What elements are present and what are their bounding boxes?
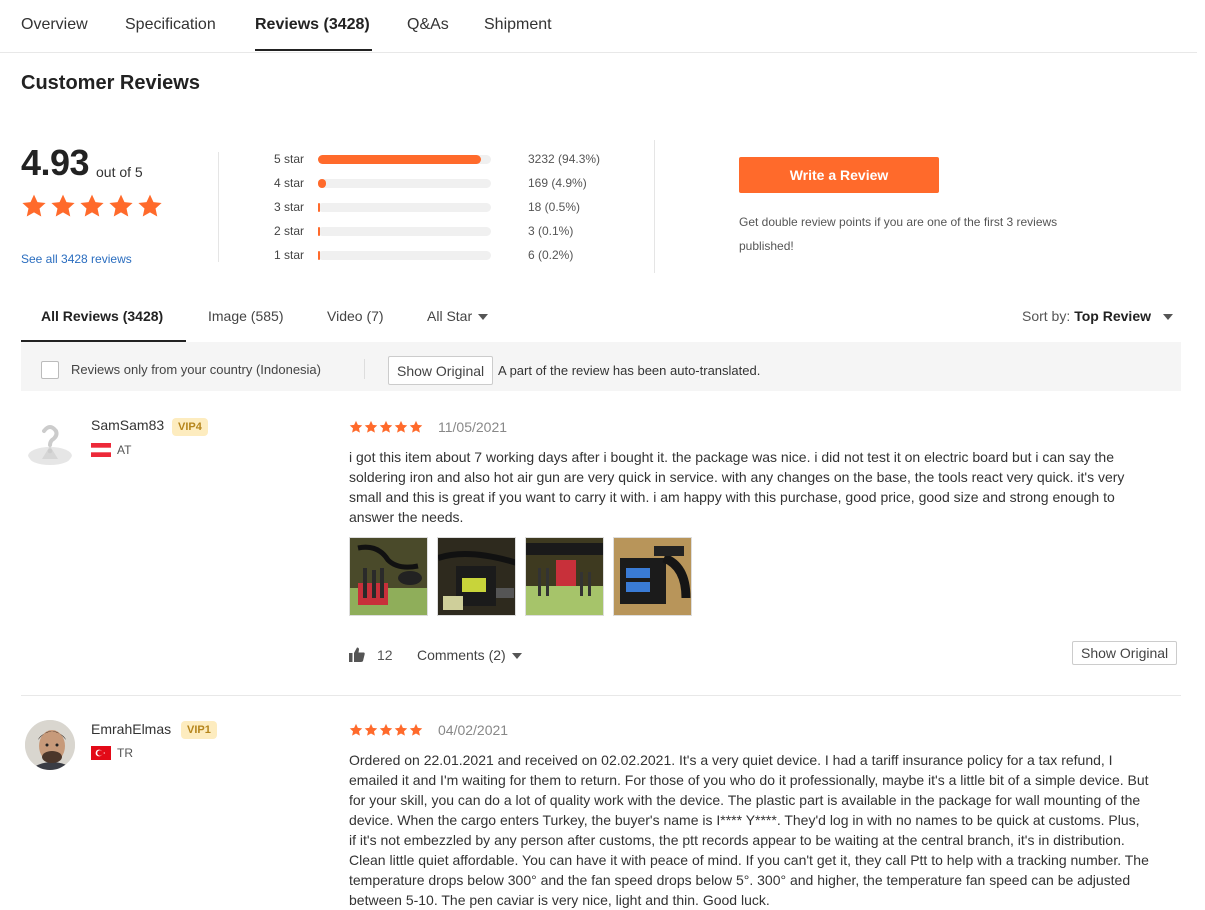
all-star-label: All Star	[427, 308, 473, 324]
star-icon	[379, 723, 393, 736]
filter-tab-video[interactable]: Video (7)	[327, 308, 384, 324]
country-checkbox-label[interactable]: Reviews only from your country (Indonesi…	[71, 362, 321, 377]
tab-reviews[interactable]: Reviews (3428)	[255, 16, 370, 34]
auto-translated-note: A part of the review has been auto-trans…	[498, 363, 761, 378]
comments-label: Comments (2)	[417, 647, 506, 663]
avatar	[25, 720, 75, 770]
comments-toggle[interactable]: Comments (2)	[417, 647, 522, 663]
review-photos	[349, 537, 699, 617]
average-score: 4.93	[21, 142, 90, 183]
star-icon	[364, 723, 378, 736]
histogram-label: 5 star	[274, 152, 305, 166]
histogram-label: 1 star	[274, 248, 305, 262]
page-title: Customer Reviews	[21, 72, 200, 94]
histogram-fill	[318, 227, 320, 236]
histogram-label: 2 star	[274, 224, 305, 238]
filter-tab-image[interactable]: Image (585)	[208, 308, 283, 324]
avatar-placeholder	[25, 419, 75, 469]
histogram-count: 169 (4.9%)	[528, 176, 587, 190]
filter-bar-divider	[364, 359, 365, 379]
tab-shipment[interactable]: Shipment	[484, 16, 552, 34]
chevron-down-icon	[511, 653, 522, 660]
chevron-down-icon	[478, 314, 489, 321]
histogram-track	[318, 251, 491, 260]
active-tab-indicator	[255, 49, 372, 51]
review-item: EmrahElmas VIP1 TR 04/02/2021 Ordered on…	[21, 696, 1181, 908]
tab-overview[interactable]: Overview	[21, 16, 88, 34]
star-icon	[22, 194, 46, 217]
helpful-count: 12	[377, 647, 393, 663]
sort-dropdown[interactable]: Sort by: Top Review	[1022, 308, 1173, 324]
vip-badge: VIP1	[181, 721, 217, 739]
review-date: 11/05/2021	[438, 419, 508, 435]
star-icon	[349, 723, 363, 736]
histogram-fill	[318, 203, 320, 212]
review-text: i got this item about 7 working days aft…	[349, 449, 1125, 525]
sort-value: Top Review	[1074, 308, 1151, 324]
review-photo[interactable]	[349, 537, 428, 616]
histogram-fill	[318, 179, 327, 188]
star-icon	[409, 723, 423, 736]
score-out-of: out of 5	[96, 164, 143, 180]
histogram-count: 6 (0.2%)	[528, 248, 574, 262]
review-date: 04/02/2021	[438, 722, 509, 738]
review-filter-bar: Reviews only from your country (Indonesi…	[21, 342, 1181, 391]
review-points-promo: Get double review points if you are one …	[739, 215, 1058, 253]
histogram-label: 4 star	[274, 176, 305, 190]
star-icon	[51, 194, 75, 217]
histogram-track	[318, 203, 491, 212]
histogram-track	[318, 155, 491, 164]
star-icon	[109, 194, 133, 217]
default-avatar-icon	[28, 425, 72, 465]
review-text: Ordered on 22.01.2021 and received on 02…	[349, 752, 1149, 908]
histogram-count: 18 (0.5%)	[528, 200, 581, 214]
average-stars	[21, 193, 163, 219]
turkey-flag-icon	[91, 746, 111, 760]
star-icon	[80, 194, 104, 217]
austria-flag-icon	[91, 443, 111, 457]
vip-badge: VIP4	[172, 418, 208, 436]
country-checkbox[interactable]	[41, 361, 59, 379]
chevron-down-icon	[1163, 314, 1173, 321]
write-review-button[interactable]: Write a Review	[739, 157, 939, 193]
histogram-fill	[318, 251, 320, 260]
histogram-fill	[318, 155, 482, 164]
histogram-track	[318, 227, 491, 236]
helpful-button[interactable]: 12	[349, 647, 393, 663]
reviewer-country: TR	[117, 746, 133, 760]
thumbs-up-icon	[349, 647, 365, 662]
filter-all-star-dropdown[interactable]: All Star	[427, 308, 489, 324]
sort-label: Sort by:	[1021, 308, 1071, 324]
review-photo[interactable]	[525, 537, 604, 616]
star-icon	[379, 420, 393, 433]
reviewer-name: EmrahElmas	[91, 721, 172, 737]
tab-qas[interactable]: Q&As	[407, 16, 449, 34]
histogram-label: 3 star	[274, 200, 305, 214]
summary-divider	[218, 152, 219, 262]
histogram-track	[318, 179, 491, 188]
show-original-button[interactable]: Show Original	[1072, 641, 1178, 665]
review-rating	[349, 723, 423, 737]
see-all-reviews-link[interactable]: See all 3428 reviews	[21, 252, 132, 266]
star-icon	[394, 723, 408, 736]
star-icon	[364, 420, 378, 433]
review-rating	[349, 420, 423, 434]
histogram-divider	[654, 140, 655, 273]
review-item: SamSam83 VIP4 AT 11/05/2021 i got this i…	[21, 393, 1181, 696]
histogram-count: 3 (0.1%)	[528, 224, 574, 238]
review-photo[interactable]	[613, 537, 692, 616]
tab-specification[interactable]: Specification	[125, 16, 216, 34]
show-original-button[interactable]: Show Original	[388, 356, 494, 385]
star-icon	[349, 420, 363, 433]
star-icon	[138, 194, 162, 217]
user-photo-icon	[25, 720, 75, 770]
star-icon	[409, 420, 423, 433]
filter-tab-all-reviews[interactable]: All Reviews (3428)	[41, 308, 163, 324]
product-tabs: Overview Specification Reviews (3428) Q&…	[0, 0, 1197, 53]
histogram-count: 3232 (94.3%)	[528, 152, 601, 166]
star-icon	[394, 420, 408, 433]
review-photo[interactable]	[437, 537, 516, 616]
reviewer-country: AT	[117, 443, 132, 457]
reviewer-name: SamSam83	[91, 417, 165, 433]
